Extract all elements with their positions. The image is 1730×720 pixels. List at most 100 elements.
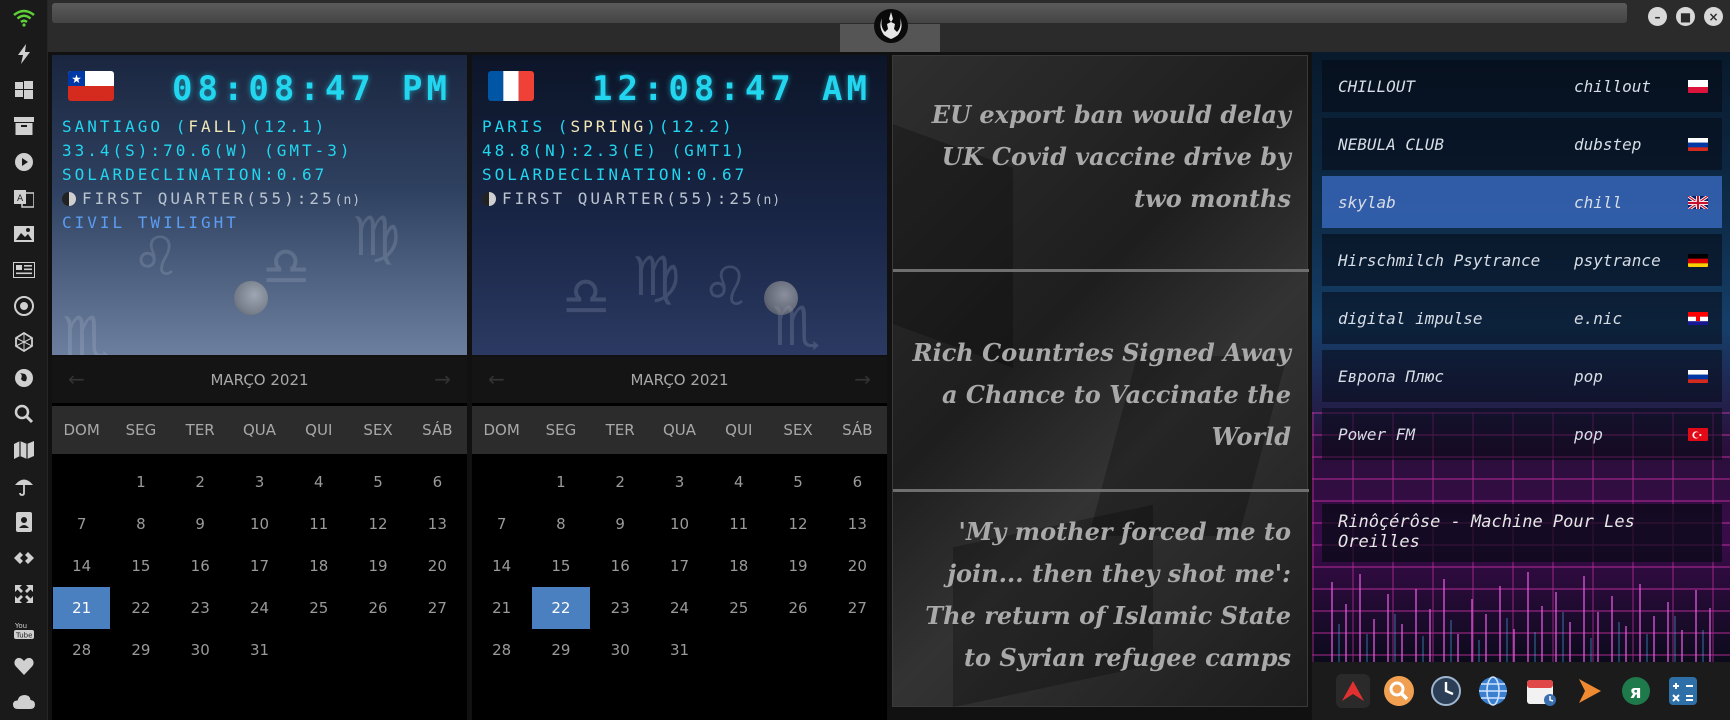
calendar-day[interactable]: 16 [172,545,229,587]
network-icon[interactable] [10,328,38,356]
calendar-day[interactable]: 27 [409,587,466,629]
calendar-day[interactable]: 17 [231,545,288,587]
calendar-day[interactable]: 23 [592,587,649,629]
radio-station-row[interactable]: Hirschmilch Psytrance psytrance [1322,234,1722,286]
search-app-icon[interactable] [1382,674,1416,708]
translate-icon[interactable]: A [10,184,38,212]
calendar-day[interactable]: 7 [473,503,530,545]
calendar-day[interactable]: 8 [532,503,589,545]
calendar-day[interactable]: 12 [769,503,826,545]
calendar-day[interactable]: 15 [532,545,589,587]
close-button[interactable]: × [1704,7,1723,26]
wifi-icon[interactable] [10,4,38,32]
radio-station-row[interactable]: Европа Плюс pop [1322,350,1722,402]
browser-icon[interactable] [1476,674,1510,708]
calendar-day[interactable]: 9 [592,503,649,545]
calendar-day[interactable]: 17 [651,545,708,587]
calendar-day[interactable]: 9 [172,503,229,545]
calendar-day[interactable]: 27 [829,587,886,629]
calendar-day[interactable]: 26 [349,587,406,629]
calendar-day[interactable]: 18 [710,545,767,587]
next-month-button[interactable]: → [854,367,871,391]
archive-icon[interactable] [10,112,38,140]
calendar-day[interactable]: 10 [231,503,288,545]
calendar-day[interactable]: 24 [651,587,708,629]
news-headline[interactable]: 'My mother forced me to join... then the… [911,511,1291,679]
calendar-day[interactable]: 8 [112,503,169,545]
youtube-icon[interactable]: You Tube [10,616,38,644]
calendar-day[interactable]: 18 [290,545,347,587]
news-headline[interactable]: Rich Countries Signed Away a Chance to V… [911,332,1291,458]
calendar-day[interactable]: 31 [231,629,288,671]
calendar-day[interactable]: 26 [769,587,826,629]
calendar-day[interactable]: 30 [592,629,649,671]
play-icon[interactable] [10,148,38,176]
news-icon[interactable] [10,256,38,284]
prev-month-button[interactable]: ← [68,367,85,391]
calendar-day-selected[interactable]: 21 [53,587,111,629]
calendar-day[interactable]: 20 [409,545,466,587]
calendar-day[interactable]: 14 [473,545,530,587]
calendar-day[interactable]: 7 [53,503,110,545]
calendar-day[interactable]: 5 [769,461,826,503]
globe-icon[interactable] [10,364,38,392]
yandex-icon[interactable]: я [1619,674,1653,708]
calendar-day[interactable]: 2 [172,461,229,503]
calendar-day[interactable]: 3 [231,461,288,503]
minimize-button[interactable]: – [1648,7,1667,26]
calendar-day[interactable]: 31 [651,629,708,671]
calendar-day[interactable]: 4 [290,461,347,503]
calendar-day[interactable]: 29 [112,629,169,671]
fullscreen-icon[interactable] [10,580,38,608]
search-icon[interactable] [10,400,38,428]
calendar-day[interactable]: 25 [710,587,767,629]
calendar-day[interactable]: 30 [172,629,229,671]
map-icon[interactable] [10,436,38,464]
calendar-day[interactable]: 14 [53,545,110,587]
calendar-day[interactable]: 19 [769,545,826,587]
calendar-day[interactable]: 13 [829,503,886,545]
calendar-day[interactable]: 22 [112,587,169,629]
calendar-day[interactable]: 12 [349,503,406,545]
lightning-icon[interactable] [10,40,38,68]
umbrella-icon[interactable] [10,472,38,500]
contacts-icon[interactable] [10,508,38,536]
calendar-day[interactable]: 10 [651,503,708,545]
maximize-button[interactable]: ■ [1676,7,1695,26]
cloud-icon[interactable] [10,688,38,716]
rebel-alliance-icon[interactable] [856,4,926,48]
calendar-day[interactable]: 15 [112,545,169,587]
calendar-day[interactable]: 11 [710,503,767,545]
calendar-day[interactable]: 6 [409,461,466,503]
calendar-day[interactable]: 23 [172,587,229,629]
calendar-day[interactable]: 4 [710,461,767,503]
next-month-button[interactable]: → [434,367,451,391]
calendar-day-selected[interactable]: 22 [532,587,590,629]
radio-station-row[interactable]: digital impulse e.nic [1322,292,1722,344]
calendar-day[interactable]: 3 [651,461,708,503]
radio-station-row[interactable]: Power FM pop [1322,408,1722,460]
calendar-day[interactable]: 11 [290,503,347,545]
calendar-day[interactable]: 1 [112,461,169,503]
calendar-day[interactable]: 28 [473,629,530,671]
arrow-app-icon[interactable] [1572,674,1606,708]
calendar-day[interactable]: 24 [231,587,288,629]
radio-station-row[interactable]: skylab chill [1322,176,1722,228]
calendar-day[interactable]: 28 [53,629,110,671]
calendar-day[interactable]: 19 [349,545,406,587]
calendar-icon[interactable] [1524,674,1558,708]
radio-station-row[interactable]: NEBULA CLUB dubstep [1322,118,1722,170]
calendar-day[interactable]: 20 [829,545,886,587]
calendar-day[interactable]: 16 [592,545,649,587]
settings-icon[interactable] [10,292,38,320]
calendar-day[interactable]: 25 [290,587,347,629]
windows-icon[interactable] [10,76,38,104]
calendar-day[interactable]: 21 [473,587,530,629]
calendar-day[interactable]: 5 [349,461,406,503]
calendar-day[interactable]: 13 [409,503,466,545]
news-headline[interactable]: EU export ban would delay UK Covid vacci… [911,94,1291,220]
image-icon[interactable] [10,220,38,248]
calendar-day[interactable]: 1 [532,461,589,503]
heart-icon[interactable] [10,652,38,680]
calendar-day[interactable]: 6 [829,461,886,503]
